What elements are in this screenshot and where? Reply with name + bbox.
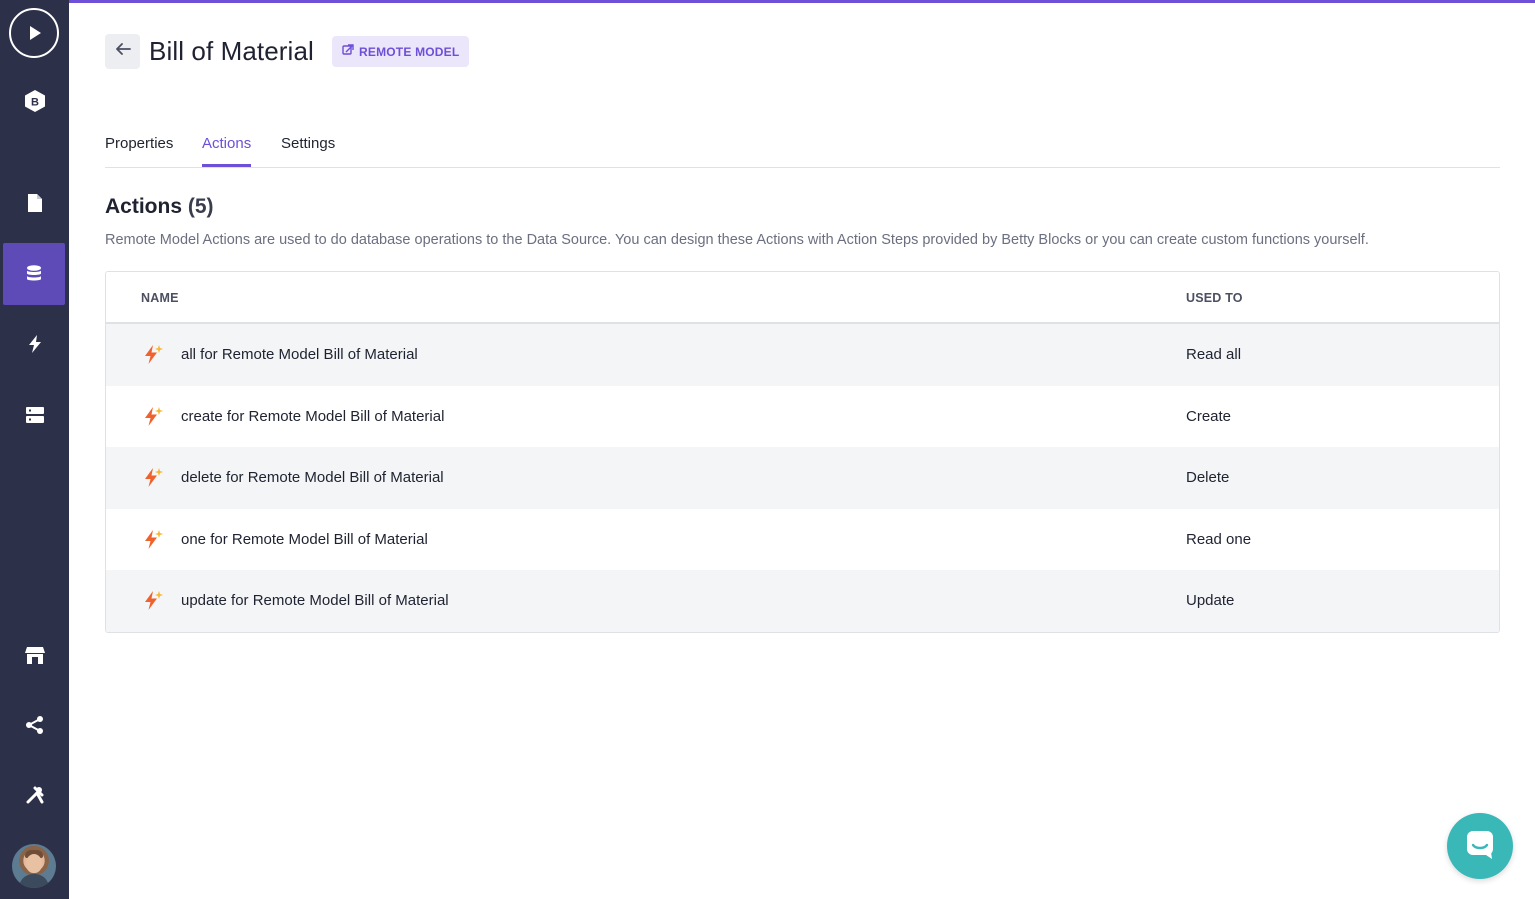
section-description: Remote Model Actions are used to do data… (105, 232, 1369, 248)
action-icon (142, 528, 164, 555)
table-header: NAME USED TO (106, 272, 1499, 324)
tools-icon (25, 785, 45, 805)
sidebar: B (0, 0, 69, 899)
sidebar-item-integrations[interactable] (0, 694, 69, 756)
betty-logo-icon: B (22, 88, 48, 114)
table-row[interactable]: update for Remote Model Bill of Material… (106, 570, 1499, 632)
action-name[interactable]: delete for Remote Model Bill of Material (181, 469, 444, 486)
section-title-text: Actions (105, 195, 183, 218)
avatar[interactable] (12, 844, 56, 888)
actions-table: NAME USED TO all for Remote Model Bill o… (105, 271, 1500, 633)
tab-properties[interactable]: Properties (105, 135, 173, 167)
action-icon (142, 589, 164, 616)
action-used-to: Read all (1186, 346, 1242, 363)
table-row[interactable]: create for Remote Model Bill of Material… (106, 386, 1499, 448)
lightning-icon (27, 334, 43, 354)
sidebar-item-block-store[interactable] (0, 624, 69, 686)
svg-text:B: B (31, 97, 39, 109)
remote-model-icon (342, 44, 354, 59)
action-name[interactable]: all for Remote Model Bill of Material (181, 346, 418, 363)
tab-settings[interactable]: Settings (281, 135, 335, 167)
database-icon (25, 264, 43, 284)
action-used-to: Create (1186, 407, 1232, 425)
table-row[interactable]: all for Remote Model Bill of Material Re… (106, 324, 1499, 386)
action-count: (5) (187, 195, 214, 218)
sidebar-item-tools[interactable] (0, 764, 69, 826)
action-name[interactable]: update for Remote Model Bill of Material (181, 592, 449, 609)
remote-model-badge: REMOTE MODEL (332, 36, 470, 67)
sidebar-item-betty[interactable]: B (0, 70, 69, 132)
tab-actions[interactable]: Actions (202, 135, 252, 167)
action-icon (142, 405, 164, 432)
sidebar-item-data-sources[interactable] (0, 384, 69, 446)
store-icon (24, 645, 46, 665)
action-name[interactable]: one for Remote Model Bill of Material (181, 531, 428, 548)
sidebar-item-pages[interactable] (0, 172, 69, 234)
page-icon (26, 193, 44, 213)
column-header-used-to[interactable]: USED TO (1186, 291, 1243, 305)
sidebar-item-actions[interactable] (0, 313, 69, 375)
action-used-to: Delete (1186, 469, 1230, 486)
action-icon (142, 466, 164, 493)
arrow-left-icon (115, 42, 131, 61)
back-button[interactable] (105, 34, 140, 69)
page-title: Bill of Material (149, 36, 314, 66)
sidebar-item-data-model[interactable] (3, 243, 65, 305)
badge-label: REMOTE MODEL (359, 44, 460, 59)
chat-icon (1464, 828, 1496, 865)
action-used-to: Update (1186, 592, 1235, 609)
action-name[interactable]: create for Remote Model Bill of Material (181, 408, 444, 425)
top-accent-bar (69, 0, 1535, 3)
tab-bar: Properties Actions Settings (105, 128, 1500, 168)
section-title: Actions (5) (105, 195, 214, 219)
share-icon (25, 715, 45, 735)
play-icon[interactable] (9, 8, 59, 58)
chat-launcher-button[interactable] (1447, 813, 1513, 879)
table-row[interactable]: delete for Remote Model Bill of Material… (106, 447, 1499, 509)
action-icon (142, 343, 164, 370)
table-row[interactable]: one for Remote Model Bill of Material Re… (106, 509, 1499, 571)
column-header-name[interactable]: NAME (141, 291, 179, 305)
action-used-to: Read one (1186, 530, 1252, 548)
server-icon (25, 406, 45, 424)
